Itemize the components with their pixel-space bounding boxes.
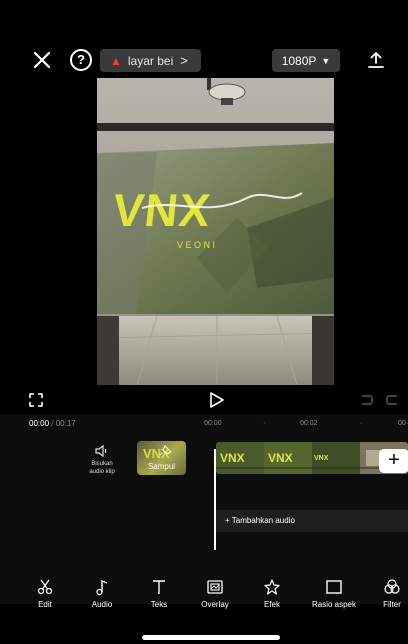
time-readout: 00:00 / 00:17 [29, 419, 76, 428]
scissors-icon [37, 579, 53, 595]
cover-button[interactable]: VNX Sampul [137, 441, 186, 475]
fire-icon: ▲ [110, 53, 122, 68]
resolution-dropdown[interactable]: 1080P ▼ [272, 49, 340, 72]
close-icon[interactable] [30, 48, 54, 72]
speaker-icon [95, 444, 107, 458]
overlay-icon [207, 580, 223, 594]
resolution-label: 1080P [281, 53, 317, 68]
timeline-panel: 00:00 / 00:17 00:00 · 00:02 · 00 Bisukan… [0, 414, 408, 604]
tool-audio[interactable]: Audio [74, 578, 130, 609]
caret-down-icon: ▼ [321, 55, 331, 66]
svg-text:VNX: VNX [220, 451, 245, 465]
tool-filter[interactable]: Filter [364, 578, 408, 609]
playback-controls [0, 388, 408, 414]
ruler-mark: · [263, 420, 266, 427]
preview-frame: VNX V E O N I [97, 78, 334, 385]
tool-effects[interactable]: Efek [244, 578, 300, 609]
current-time: 00:00 [29, 419, 50, 428]
tool-edit[interactable]: Edit [17, 578, 73, 609]
aspect-ratio-icon [326, 580, 342, 594]
help-button[interactable]: ? [70, 49, 92, 71]
ruler-mark: 00 [398, 420, 406, 427]
svg-text:VNX: VNX [314, 455, 329, 462]
add-audio-button[interactable]: + Tambahkan audio [216, 510, 408, 532]
star-effects-icon [264, 579, 280, 595]
text-icon [153, 580, 165, 594]
trending-chip[interactable]: ▲ layar beі > [100, 49, 201, 72]
tool-aspect-ratio[interactable]: Rasio aspek [306, 578, 362, 609]
video-preview[interactable]: VNX V E O N I [97, 78, 334, 385]
svg-text:VNX: VNX [268, 451, 293, 465]
tool-overlay[interactable]: Overlay [187, 578, 243, 609]
play-icon[interactable] [207, 391, 225, 409]
chevron-right-icon: > [180, 53, 188, 68]
logo-text: VNX [110, 184, 213, 236]
tool-text[interactable]: Teks [131, 578, 187, 609]
trending-label: layar beі [127, 53, 174, 68]
filter-icon [384, 579, 400, 594]
music-note-icon [96, 579, 108, 596]
total-time: 00:17 [55, 419, 76, 428]
ruler-mark: 00:00 [204, 420, 222, 427]
undo-icon[interactable] [358, 393, 374, 407]
playhead[interactable] [214, 449, 216, 550]
ruler-mark: · [360, 420, 363, 427]
ruler-mark: 00:02 [300, 420, 318, 427]
upload-icon[interactable] [366, 50, 386, 70]
home-indicator[interactable] [142, 635, 280, 640]
fullscreen-icon[interactable] [28, 392, 44, 408]
mute-clip-audio-button[interactable]: Bisukan audio klip [76, 444, 128, 476]
add-clip-button[interactable]: + [379, 449, 408, 473]
redo-icon[interactable] [385, 393, 401, 407]
logo-subtext: V E O N I [177, 240, 215, 250]
cover-label: Sampul [147, 462, 176, 471]
bottom-toolbar: Edit Audio Teks Overlay Efek Rasio aspek [0, 578, 408, 618]
